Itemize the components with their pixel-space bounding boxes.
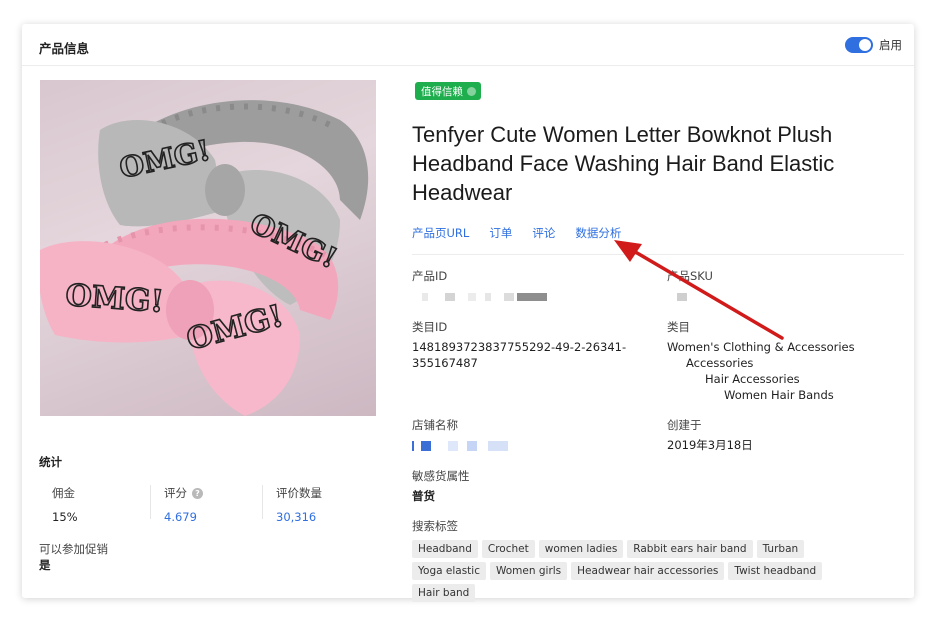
- search-tag[interactable]: Rabbit ears hair band: [627, 540, 753, 558]
- sensitive-label: 敏感货属性: [412, 469, 470, 483]
- search-tag[interactable]: women ladies: [538, 540, 624, 558]
- stat-rating: 评分 ? 4.679: [164, 485, 203, 524]
- created-label: 创建于: [667, 418, 702, 432]
- category-level-1: Women's Clothing & Accessories: [667, 340, 855, 354]
- field-category: 类目 Women's Clothing & Accessories Access…: [667, 319, 855, 403]
- commission-label: 佣金: [52, 486, 75, 500]
- badge-info-icon: [467, 86, 476, 96]
- category-id-label: 类目ID: [412, 320, 448, 334]
- toggle-label: 启用: [879, 38, 902, 52]
- store-label: 店铺名称: [412, 418, 458, 432]
- category-label: 类目: [667, 320, 690, 334]
- search-tag[interactable]: Headwear hair accessories: [571, 562, 725, 580]
- product-sku-label: 产品SKU: [667, 269, 713, 283]
- category-level-2: Accessories: [686, 356, 754, 370]
- search-tag[interactable]: Crochet: [481, 540, 535, 558]
- tabs-divider: [412, 254, 904, 255]
- enable-toggle-group[interactable]: 启用: [845, 37, 902, 53]
- search-tags-label: 搜索标签: [412, 519, 458, 533]
- search-tag[interactable]: Yoga elastic: [412, 562, 486, 580]
- trust-badge: 值得信赖: [415, 82, 481, 100]
- product-image: OMG! OMG! OMG! OMG!: [40, 80, 376, 416]
- field-product-sku: 产品SKU: [667, 268, 713, 304]
- enable-toggle[interactable]: [845, 37, 873, 53]
- product-sku-value-redacted: [667, 288, 713, 304]
- omg-text-bottom: OMG!: [64, 278, 164, 320]
- product-info-card: 产品信息 启用 OMG! OMG! OMG! OMG! 统计 佣金 15% 评分…: [22, 24, 914, 602]
- search-tag[interactable]: Hair band: [412, 584, 476, 602]
- category-level-3: Hair Accessories: [705, 372, 800, 386]
- product-title: Tenfyer Cute Women Letter Bowknot Plush …: [412, 122, 835, 205]
- search-tag[interactable]: Turban: [756, 540, 805, 558]
- field-category-id: 类目ID 1481893723837755292-49-2-26341-3551…: [412, 319, 632, 371]
- reviews-value[interactable]: 30,316: [276, 510, 322, 524]
- field-search-tags: 搜索标签: [412, 518, 458, 534]
- sensitive-value: 普货: [412, 489, 435, 503]
- stat-divider: [150, 485, 151, 519]
- category-id-value: 1481893723837755292-49-2-26341-355167487: [412, 340, 627, 370]
- commission-value: 15%: [52, 510, 78, 524]
- rating-label-group: 评分 ?: [164, 485, 203, 501]
- search-tag[interactable]: Headband: [412, 540, 478, 558]
- headband-illustration: OMG! OMG! OMG! OMG!: [40, 100, 369, 416]
- help-icon[interactable]: ?: [192, 487, 203, 499]
- stat-divider: [262, 485, 263, 519]
- field-store: 店铺名称: [412, 417, 511, 453]
- field-product-id: 产品ID: [412, 268, 550, 304]
- card-title: 产品信息: [39, 41, 90, 56]
- stats-title: 统计: [39, 455, 62, 469]
- product-id-value-redacted: [412, 288, 550, 304]
- stat-commission: 佣金 15%: [52, 485, 78, 524]
- promo-label: 可以参加促销: [39, 542, 108, 556]
- store-value-redacted[interactable]: [412, 437, 511, 453]
- category-level-4: Women Hair Bands: [724, 388, 834, 402]
- tab-reviews[interactable]: 评论: [532, 225, 555, 241]
- tab-product-url[interactable]: 产品页URL: [412, 225, 469, 241]
- stat-reviews: 评价数量 30,316: [276, 485, 322, 524]
- rating-label: 评分: [164, 486, 187, 500]
- category-path: Women's Clothing & Accessories Accessori…: [667, 339, 855, 403]
- promo-value: 是: [39, 558, 51, 572]
- field-sensitive: 敏感货属性 普货: [412, 468, 470, 504]
- badge-label: 值得信赖: [421, 85, 463, 98]
- tab-data-analysis[interactable]: 数据分析: [575, 225, 621, 241]
- tab-orders[interactable]: 订单: [489, 225, 512, 241]
- search-tags-list: Headband Crochet women ladies Rabbit ear…: [412, 540, 882, 602]
- field-created: 创建于 2019年3月18日: [667, 417, 753, 453]
- card-header: 产品信息 启用: [22, 24, 914, 66]
- product-id-label: 产品ID: [412, 269, 448, 283]
- reviews-label: 评价数量: [276, 486, 322, 500]
- product-tabs: 产品页URL 订单 评论 数据分析: [412, 225, 621, 241]
- toggle-knob: [859, 39, 871, 51]
- search-tag[interactable]: Women girls: [489, 562, 568, 580]
- search-tag[interactable]: Twist headband: [728, 562, 823, 580]
- created-value: 2019年3月18日: [667, 438, 753, 452]
- rating-value[interactable]: 4.679: [164, 510, 203, 524]
